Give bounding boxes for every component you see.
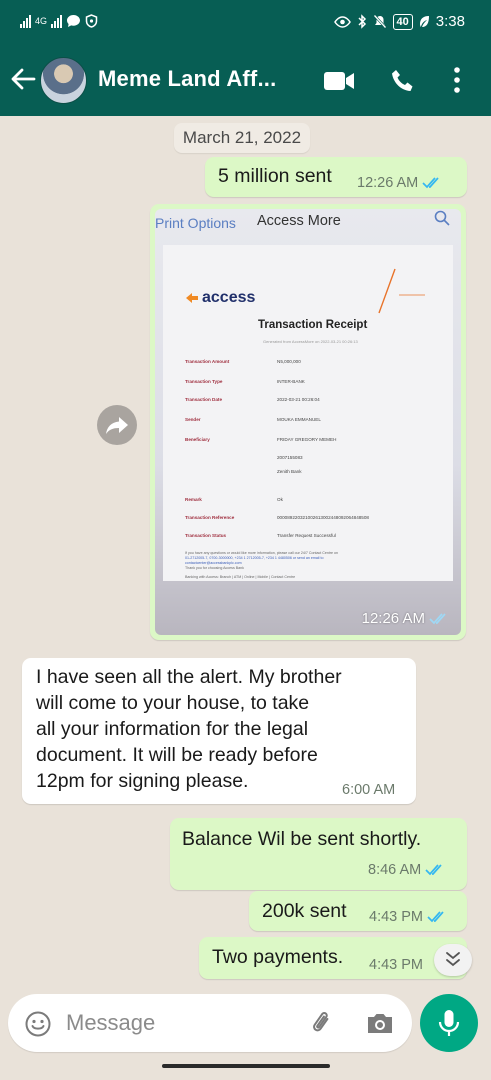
gesture-nav-bar[interactable] xyxy=(162,1064,330,1068)
message-input[interactable]: Message xyxy=(66,1010,155,1036)
status-right: 40 3:38 xyxy=(333,13,465,30)
message-time: 12:26 AM xyxy=(361,610,425,627)
image-message-bubble[interactable]: Print Options Access More access Transac… xyxy=(150,204,466,640)
message-text-line: 12pm for signing please. xyxy=(36,770,249,792)
print-options-label: Print Options xyxy=(155,215,236,231)
message-composer: Message xyxy=(0,990,491,1080)
access-logo: access xyxy=(185,289,255,307)
receipt-footer-line: 01-2712005-7, 0700-3000000, +234 1 27120… xyxy=(185,556,324,560)
message-bubble-outgoing[interactable]: Balance Wil be sent shortly. 8:46 AM xyxy=(170,818,467,890)
read-receipt-icon xyxy=(422,177,439,189)
leaf-icon xyxy=(419,16,429,27)
message-text: 5 million sent xyxy=(218,165,332,187)
video-call-icon[interactable] xyxy=(323,70,355,92)
receipt-title: Transaction Receipt xyxy=(258,319,368,331)
double-chevron-down-icon xyxy=(446,952,460,967)
attach-icon[interactable] xyxy=(308,1009,336,1037)
message-meta: 12:26 AM xyxy=(357,175,442,191)
receipt-footer-line: Thank you for choosing Access Bank xyxy=(185,566,244,570)
contact-name[interactable]: Meme Land Aff... xyxy=(98,66,276,92)
forward-button[interactable] xyxy=(97,405,137,445)
message-bubble-outgoing[interactable]: 200k sent 4:43 PM xyxy=(249,891,467,931)
network-type: 4G xyxy=(35,16,48,26)
message-text-line: I have seen all the alert. My brother xyxy=(36,666,342,688)
receipt-footer-line: Banking with Access: Branch | ATM | Onli… xyxy=(185,575,296,579)
message-time: 4:43 PM xyxy=(369,957,423,973)
message-bubble-incoming[interactable]: I have seen all the alert. My brother wi… xyxy=(22,658,416,804)
message-meta: 6:00 AM xyxy=(342,782,395,798)
signal-icon xyxy=(20,14,31,28)
shield-icon xyxy=(85,14,98,28)
receipt-photo[interactable]: Print Options Access More access Transac… xyxy=(155,209,461,635)
read-receipt-icon xyxy=(427,911,444,923)
image-meta: 12:26 AM xyxy=(362,610,449,627)
message-text-line: document. It will be ready before xyxy=(36,744,318,766)
message-time: 12:26 AM xyxy=(357,175,419,191)
status-left: 4G xyxy=(20,14,98,28)
phone-call-icon[interactable] xyxy=(390,68,416,94)
forward-icon xyxy=(106,417,128,434)
message-meta: 4:43 PM xyxy=(369,909,447,925)
message-text: Balance Wil be sent shortly. xyxy=(182,828,422,850)
more-vert-icon[interactable] xyxy=(452,66,462,94)
read-receipt-icon xyxy=(425,864,442,876)
message-text: Two payments. xyxy=(212,946,344,968)
receipt-footer-line: contactcenter@accessbankplc.com xyxy=(185,561,242,565)
access-more-label: Access More xyxy=(257,213,341,229)
mic-button[interactable] xyxy=(420,994,478,1052)
photo-top-bar: Print Options Access More xyxy=(155,209,461,235)
access-arrow-icon xyxy=(186,293,198,303)
message-time: 8:46 AM xyxy=(368,862,422,878)
message-text-line: all your information for the legal xyxy=(36,718,309,740)
signature-mark xyxy=(378,268,425,314)
read-receipt-icon xyxy=(429,612,446,624)
receipt-generated-line: Generated from AccessMore on 2022-03-21 … xyxy=(263,339,358,344)
message-meta: 4:43 PM xyxy=(369,957,423,973)
receipt-footer-line: If you have any questions or would like … xyxy=(185,551,339,555)
message-time: 4:43 PM xyxy=(369,909,423,925)
access-logo-text: access xyxy=(202,289,256,306)
chat-bubble-icon xyxy=(67,15,81,27)
message-text-line: will come to your house, to take xyxy=(36,692,310,714)
date-chip: March 21, 2022 xyxy=(174,123,310,153)
message-bubble-outgoing[interactable]: Two payments. 4:43 PM xyxy=(199,937,467,979)
battery-level: 40 xyxy=(392,13,413,30)
message-bubble-outgoing[interactable]: 5 million sent 12:26 AM xyxy=(205,157,467,197)
search-icon xyxy=(434,210,450,226)
camera-icon[interactable] xyxy=(365,1010,395,1036)
scroll-to-bottom-button[interactable] xyxy=(434,944,472,976)
message-input-pill[interactable]: Message xyxy=(8,994,412,1052)
mic-icon xyxy=(438,1010,460,1036)
contact-avatar[interactable] xyxy=(40,57,87,104)
emoji-icon[interactable] xyxy=(24,1010,52,1038)
message-text: 200k sent xyxy=(262,900,347,922)
mute-icon xyxy=(372,14,387,29)
signal-icon-2 xyxy=(51,14,63,28)
message-meta: 8:46 AM xyxy=(368,862,445,878)
back-arrow-icon[interactable] xyxy=(8,64,38,94)
message-time: 6:00 AM xyxy=(342,782,396,798)
status-bar: 4G 40 3:38 xyxy=(0,0,491,46)
chat-header: Meme Land Aff... xyxy=(0,46,491,116)
status-time: 3:38 xyxy=(435,13,465,30)
bluetooth-icon xyxy=(358,14,366,29)
eye-icon xyxy=(333,15,351,28)
receipt-paper: access Transaction Receipt Generated fro… xyxy=(163,245,453,581)
